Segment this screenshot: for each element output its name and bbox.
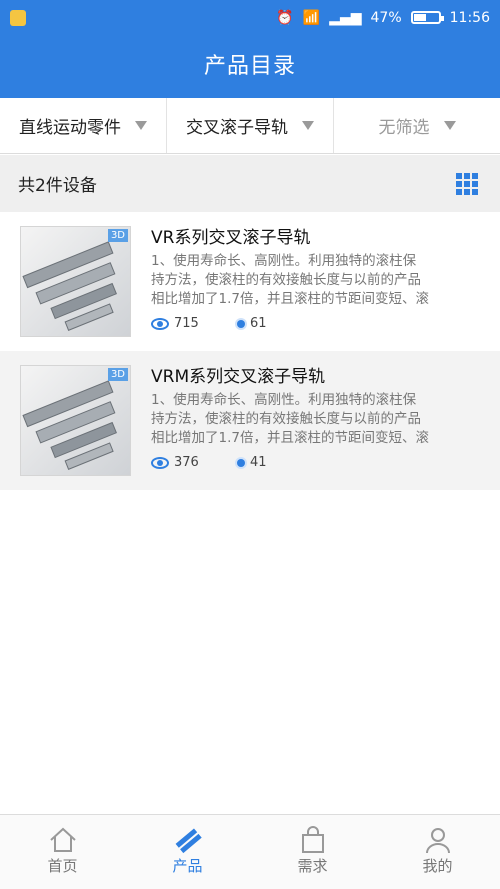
description-line: 相比增加了1.7倍，并且滚柱的节距间变短、滚	[151, 430, 429, 446]
product-stats: 715 61	[151, 316, 500, 331]
filter-extra[interactable]: 无筛选	[334, 98, 500, 153]
result-count-bar: 共2件设备	[0, 155, 500, 212]
product-icon	[174, 825, 202, 855]
product-info: VRM系列交叉滚子导轨 1、使用寿命长、高刚性。利用独特的滚柱保 持方法，使滚柱…	[151, 365, 500, 490]
signal-icon: ▂▄▆	[329, 9, 362, 26]
description-line: 持方法，使滚柱的有效接触长度与以前的产品	[151, 411, 421, 427]
clock: 11:56	[449, 9, 490, 26]
description-line: 相比增加了1.7倍，并且滚柱的节距间变短、滚	[151, 291, 429, 307]
alarm-icon: ⏰	[276, 9, 294, 26]
tab-products-label: 产品	[172, 857, 203, 875]
view-count: 376	[151, 455, 237, 470]
filter-bar: 直线运动零件 交叉滚子导轨 无筛选	[0, 98, 500, 154]
page-title: 产品目录	[0, 35, 500, 98]
tab-home-label: 首页	[47, 857, 78, 875]
tab-products[interactable]: 产品	[125, 815, 250, 889]
filter-extra-label: 无筛选	[378, 118, 430, 138]
dot-icon	[237, 319, 245, 328]
description-line: 1、使用寿命长、高刚性。利用独特的滚柱保	[151, 392, 417, 408]
home-icon	[49, 825, 77, 855]
battery-percent: 47%	[370, 9, 402, 26]
battery-icon	[410, 11, 444, 24]
filter-category-label: 直线运动零件	[19, 118, 121, 138]
dot-icon	[237, 458, 245, 467]
filter-subcategory-label: 交叉滚子导轨	[186, 118, 288, 138]
user-icon	[425, 825, 451, 855]
status-bar: ⏰ 📶 ▂▄▆ 47% 11:56	[0, 0, 500, 35]
tab-mine-label: 我的	[422, 857, 453, 875]
product-info: VR系列交叉滚子导轨 1、使用寿命长、高刚性。利用独特的滚柱保 持方法，使滚柱的…	[151, 226, 500, 351]
tab-demand[interactable]: 需求	[250, 815, 375, 889]
product-thumbnail[interactable]: 3D	[20, 365, 131, 476]
grid-view-icon[interactable]	[456, 172, 478, 195]
product-name[interactable]: VRM系列交叉滚子导轨	[151, 365, 500, 389]
result-count: 共2件设备	[18, 176, 97, 196]
bottom-tab-bar: 首页 产品 需求 我的	[0, 814, 500, 889]
eye-icon	[151, 317, 169, 330]
tab-demand-label: 需求	[297, 857, 328, 875]
description-line: 持方法，使滚柱的有效接触长度与以前的产品	[151, 272, 421, 288]
description-line: 1、使用寿命长、高刚性。利用独特的滚柱保	[151, 253, 417, 269]
like-count-value: 41	[250, 455, 267, 470]
view-count-value: 376	[174, 455, 199, 470]
filter-subcategory[interactable]: 交叉滚子导轨	[167, 98, 334, 153]
eye-icon	[151, 456, 169, 469]
chevron-down-icon	[302, 121, 314, 130]
chevron-down-icon	[135, 121, 147, 130]
filter-category[interactable]: 直线运动零件	[0, 98, 167, 153]
wifi-icon: 📶	[302, 9, 321, 26]
view-count: 715	[151, 316, 237, 331]
product-description: 1、使用寿命长、高刚性。利用独特的滚柱保 持方法，使滚柱的有效接触长度与以前的产…	[151, 252, 500, 309]
tab-home[interactable]: 首页	[0, 815, 125, 889]
like-count: 61	[237, 316, 323, 331]
status-indicators: ⏰ 📶 ▂▄▆ 47% 11:56	[276, 10, 490, 26]
product-name[interactable]: VR系列交叉滚子导轨	[151, 226, 500, 250]
app-notification-icon	[10, 9, 26, 26]
product-thumbnail[interactable]: 3D	[20, 226, 131, 337]
chevron-down-icon	[443, 121, 456, 130]
product-stats: 376 41	[151, 455, 500, 470]
3d-badge: 3D	[107, 368, 128, 381]
product-list: 3D VR系列交叉滚子导轨 1、使用寿命长、高刚性。利用独特的滚柱保 持方法，使…	[0, 212, 500, 490]
product-description: 1、使用寿命长、高刚性。利用独特的滚柱保 持方法，使滚柱的有效接触长度与以前的产…	[151, 391, 500, 448]
tab-mine[interactable]: 我的	[375, 815, 500, 889]
view-count-value: 715	[174, 316, 199, 331]
bag-icon	[300, 825, 326, 855]
like-count-value: 61	[250, 316, 267, 331]
list-item[interactable]: 3D VRM系列交叉滚子导轨 1、使用寿命长、高刚性。利用独特的滚柱保 持方法，…	[0, 351, 500, 490]
3d-badge: 3D	[107, 229, 128, 242]
like-count: 41	[237, 455, 323, 470]
list-item[interactable]: 3D VR系列交叉滚子导轨 1、使用寿命长、高刚性。利用独特的滚柱保 持方法，使…	[0, 212, 500, 351]
